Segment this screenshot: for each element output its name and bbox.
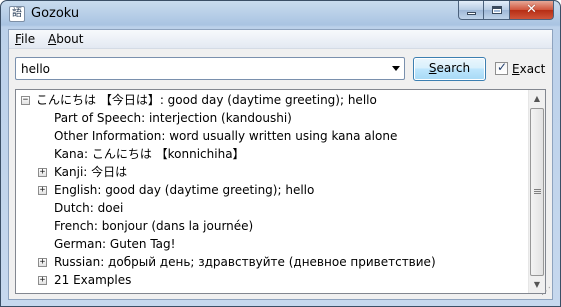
menu-bar: File About: [9, 30, 552, 49]
menu-about-label: bout: [56, 32, 84, 46]
title-bar[interactable]: 語 Gozoku ✕: [1, 1, 560, 27]
expand-icon[interactable]: +: [38, 168, 47, 177]
exact-label[interactable]: Exact: [512, 62, 545, 76]
search-button[interactable]: Search: [413, 57, 486, 81]
vertical-scrollbar[interactable]: ▲ ▼: [528, 90, 545, 293]
exact-label-mnemonic: E: [512, 62, 520, 76]
scroll-thumb[interactable]: [530, 108, 544, 276]
app-icon: 語: [9, 6, 25, 22]
client-area: File About Search ✓ Exact − こんにちは 【今日は】:…: [8, 29, 553, 300]
expand-icon[interactable]: +: [38, 186, 47, 195]
menu-about[interactable]: About: [48, 32, 84, 46]
menu-file-label: ile: [21, 32, 36, 46]
expand-icon[interactable]: +: [38, 258, 47, 267]
caption-buttons: ✕: [458, 1, 554, 20]
window-title: Gozoku: [31, 6, 80, 21]
scroll-up-icon[interactable]: ▲: [529, 90, 545, 107]
close-icon: ✕: [526, 2, 537, 17]
tree-row-label: Kana: こんにちは 【konnichiha】: [54, 147, 245, 161]
app-window: 語 Gozoku ✕ File About Search ✓ Exact: [0, 0, 561, 307]
tree-row-label: 21 Examples: [54, 273, 132, 287]
tree-row-label: Dutch: doei: [54, 201, 124, 215]
minimize-icon: [467, 12, 476, 15]
maximize-button[interactable]: [484, 1, 510, 20]
search-combobox[interactable]: [15, 57, 405, 80]
grip-line: [534, 189, 541, 190]
tree-row-label: French: bonjour (dans la journée): [54, 219, 254, 233]
search-input[interactable]: [16, 58, 386, 79]
results-tree[interactable]: − こんにちは 【今日は】: good day (daytime greetin…: [15, 89, 546, 294]
menu-about-mnemonic: A: [48, 32, 57, 46]
chevron-down-icon[interactable]: [392, 66, 400, 71]
minimize-button[interactable]: [458, 1, 484, 20]
menu-file[interactable]: File: [15, 32, 35, 46]
grip-line: [534, 191, 541, 192]
tree-root-label: こんにちは 【今日は】: good day (daytime greeting)…: [36, 93, 377, 107]
tree-row-label: Other Information: word usually written …: [54, 129, 398, 143]
tree-row-label: Kanji: 今日は: [54, 165, 128, 179]
expand-icon[interactable]: +: [38, 276, 47, 285]
tree-row-label: Part of Speech: interjection (kandoushi): [54, 111, 292, 125]
resize-grip-icon[interactable]: ⋰: [539, 286, 551, 298]
grip-line: [534, 193, 541, 194]
check-icon: ✓: [497, 60, 508, 74]
search-button-mnemonic: S: [428, 61, 437, 75]
close-button[interactable]: ✕: [510, 1, 554, 20]
maximize-icon: [492, 6, 502, 14]
exact-checkbox[interactable]: ✓: [495, 60, 508, 75]
tree-row-label: Russian: добрый день; здравствуйте (днев…: [54, 255, 436, 269]
collapse-icon[interactable]: −: [21, 96, 30, 105]
tree-row-label: English: good day (daytime greeting); he…: [54, 183, 315, 197]
search-button-label: earch: [436, 61, 471, 75]
tree-row-label: German: Guten Tag!: [54, 237, 176, 251]
exact-label-text: xact: [519, 62, 546, 76]
